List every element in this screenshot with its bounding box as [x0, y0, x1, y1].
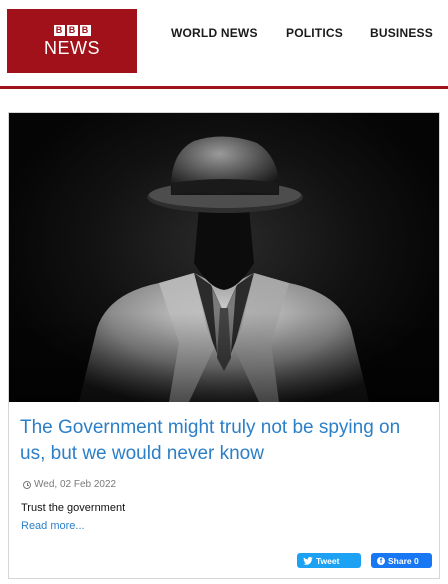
clock-icon — [23, 480, 31, 489]
article-summary: Trust the government — [21, 502, 126, 514]
nav-world-news[interactable]: WORLD NEWS — [171, 26, 258, 40]
logo-block: B — [66, 25, 78, 36]
nav-business[interactable]: BUSINESS — [370, 26, 433, 40]
article-date-row: Wed, 02 Feb 2022 — [23, 479, 116, 490]
facebook-share-button[interactable]: f Share 0 — [371, 553, 432, 568]
man-in-fedora-and-trenchcoat-image — [9, 136, 439, 402]
article-image[interactable] — [9, 113, 439, 402]
site-header: B B B NEWS WORLD NEWS POLITICS BUSINESS — [0, 0, 448, 86]
tweet-button[interactable]: Tweet — [297, 553, 361, 568]
tweet-label: Tweet — [316, 555, 340, 566]
share-label: Share 0 — [388, 555, 419, 566]
article-card: The Government might truly not be spying… — [8, 112, 440, 579]
logo-block: B — [79, 25, 91, 36]
logo-blocks: B B B — [7, 25, 137, 36]
header-divider — [0, 86, 448, 89]
facebook-icon: f — [377, 556, 385, 565]
bbc-news-logo[interactable]: B B B NEWS — [7, 9, 137, 73]
logo-block: B — [53, 25, 65, 36]
article-title[interactable]: The Government might truly not be spying… — [20, 415, 430, 467]
article-date: Wed, 02 Feb 2022 — [34, 479, 117, 490]
logo-text: NEWS — [44, 38, 100, 58]
twitter-bird-icon — [303, 556, 313, 565]
nav-politics[interactable]: POLITICS — [286, 26, 343, 40]
read-more-link[interactable]: Read more... — [21, 520, 85, 532]
